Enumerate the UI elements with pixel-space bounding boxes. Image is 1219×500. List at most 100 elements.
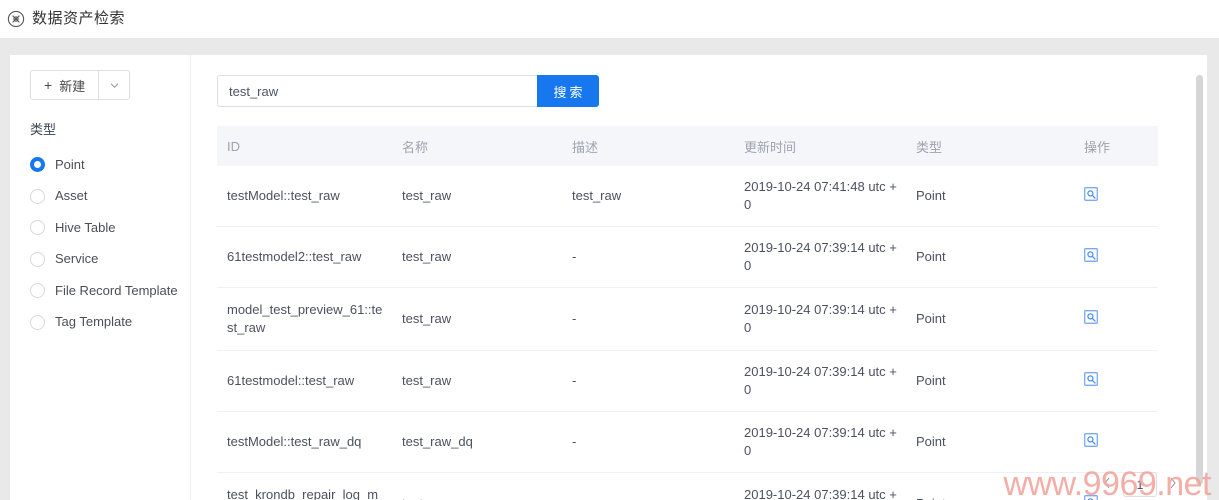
column-header-type: 类型 (906, 126, 1074, 166)
cell-action (1074, 226, 1158, 288)
cell-type: Point (906, 287, 1074, 351)
cell-action (1074, 350, 1158, 412)
cell-action (1074, 411, 1158, 473)
preview-search-box-icon[interactable] (1084, 309, 1098, 324)
app-header: 数据资产检索 (0, 0, 1219, 38)
type-filter-label: 类型 (30, 122, 57, 137)
cell-desc: - (562, 350, 734, 412)
sidebar: + 新建 类型 Point Asset Hive Table Service F… (10, 55, 191, 500)
cell-type: Point (906, 166, 1074, 227)
pagination-prev-button[interactable] (1099, 474, 1115, 496)
sidebar-radio-service[interactable]: Service (30, 244, 190, 276)
preview-search-box-icon[interactable] (1084, 186, 1098, 201)
data-asset-circle-icon (7, 10, 25, 28)
cell-name: test_raw_dq (392, 411, 562, 473)
pagination-next-button[interactable] (1165, 474, 1181, 496)
pagination (1099, 472, 1181, 497)
cell-id: 61testmodel2::test_raw (217, 226, 392, 288)
cell-updated: 2019-10-24 07:39:14 utc +0 (734, 226, 906, 288)
table-row: 61testmodel2::test_raw test_raw - 2019-1… (217, 226, 1158, 288)
radio-label: Asset (55, 188, 88, 204)
page-background: + 新建 类型 Point Asset Hive Table Service F… (0, 38, 1219, 500)
cell-type: Point (906, 226, 1074, 288)
sidebar-radio-point[interactable]: Point (30, 149, 190, 181)
cell-desc: - (562, 226, 734, 288)
radio-label: Service (55, 251, 99, 267)
radio-indicator (30, 251, 45, 267)
table-head: ID 名称 描述 更新时间 类型 操作 (217, 126, 1158, 166)
cell-type: Point (906, 411, 1074, 473)
results-table-wrapper: ID 名称 描述 更新时间 类型 操作 testModel::test_raw (217, 126, 1158, 500)
radio-indicator (30, 283, 45, 299)
chevron-left-icon (1102, 476, 1112, 493)
cell-updated: 2019-10-24 07:41:48 utc +0 (734, 166, 906, 227)
search-input[interactable] (217, 75, 537, 107)
cell-type: Point (906, 472, 1074, 500)
radio-indicator (30, 157, 45, 173)
preview-search-box-icon[interactable] (1084, 494, 1098, 500)
new-button[interactable]: + 新建 (31, 71, 100, 99)
cell-id: 61testmodel::test_raw (217, 350, 392, 412)
chevron-right-icon (1168, 476, 1178, 493)
new-button-label: 新建 (59, 78, 86, 94)
page-title: 数据资产检索 (32, 10, 126, 27)
new-button-dropdown-toggle[interactable] (99, 71, 130, 99)
table-row: testModel::test_raw_dq test_raw_dq - 201… (217, 411, 1158, 473)
cell-desc: - (562, 472, 734, 500)
type-radio-group: Point Asset Hive Table Service File Reco… (30, 149, 190, 338)
sidebar-radio-hive-table[interactable]: Hive Table (30, 212, 190, 244)
column-header-desc: 描述 (562, 126, 734, 166)
cell-name: test_raw (392, 472, 562, 500)
chevron-down-icon (109, 80, 120, 91)
content-card: + 新建 类型 Point Asset Hive Table Service F… (10, 55, 1207, 500)
cell-desc: - (562, 411, 734, 473)
column-header-updated: 更新时间 (734, 126, 906, 166)
sidebar-radio-file-record-template[interactable]: File Record Template (30, 275, 190, 307)
app-root: 数据资产检索 + 新建 类型 Point Asset Hive Table Se… (0, 0, 1219, 500)
table-row: model_test_preview_61::test_raw test_raw… (217, 287, 1158, 351)
cell-action (1074, 166, 1158, 227)
radio-label: Hive Table (55, 219, 116, 235)
radio-label: Tag Template (55, 314, 133, 330)
cell-type: Point (906, 350, 1074, 412)
preview-search-box-icon[interactable] (1084, 371, 1098, 386)
pagination-page-input[interactable] (1123, 472, 1157, 497)
sidebar-radio-tag-template[interactable]: Tag Template (30, 307, 190, 339)
table-header-row: ID 名称 描述 更新时间 类型 操作 (217, 126, 1158, 166)
new-button-group: + 新建 (30, 70, 131, 100)
column-header-id: ID (217, 126, 392, 166)
table-row: 61testmodel::test_raw test_raw - 2019-10… (217, 350, 1158, 412)
sidebar-radio-asset[interactable]: Asset (30, 181, 190, 213)
results-table: ID 名称 描述 更新时间 类型 操作 testModel::test_raw (217, 126, 1158, 500)
column-header-action: 操作 (1074, 126, 1158, 166)
radio-indicator (30, 314, 45, 330)
preview-search-box-icon[interactable] (1084, 432, 1098, 447)
cell-name: test_raw (392, 287, 562, 351)
cell-updated: 2019-10-24 07:39:14 utc +0 (734, 350, 906, 412)
cell-id: model_test_preview_61::test_raw (217, 287, 392, 351)
preview-search-box-icon[interactable] (1084, 247, 1098, 262)
cell-updated: 2019-10-24 07:39:14 utc +0 (734, 287, 906, 351)
search-button[interactable]: 搜索 (537, 75, 599, 107)
cell-id: test_krondb_repair_log_model1::test_raw (217, 472, 392, 500)
cell-name: test_raw (392, 166, 562, 227)
radio-indicator (30, 220, 45, 236)
radio-label: Point (55, 156, 85, 172)
vertical-scrollbar-thumb[interactable] (1196, 75, 1203, 485)
cell-id: testModel::test_raw (217, 166, 392, 227)
cell-action (1074, 287, 1158, 351)
table-body: testModel::test_raw test_raw test_raw 20… (217, 166, 1158, 500)
cell-updated: 2019-10-24 07:39:14 utc +0 (734, 472, 906, 500)
cell-desc: - (562, 287, 734, 351)
main-panel: 搜索 ID 名称 描述 更新时间 (191, 55, 1207, 500)
search-bar: 搜索 (217, 75, 1185, 107)
table-row: test_krondb_repair_log_model1::test_raw … (217, 472, 1158, 500)
column-header-name: 名称 (392, 126, 562, 166)
radio-indicator (30, 188, 45, 204)
plus-icon: + (44, 77, 53, 93)
cell-id: testModel::test_raw_dq (217, 411, 392, 473)
radio-label: File Record Template (55, 282, 178, 298)
cell-name: test_raw (392, 350, 562, 412)
cell-updated: 2019-10-24 07:39:14 utc +0 (734, 411, 906, 473)
cell-name: test_raw (392, 226, 562, 288)
